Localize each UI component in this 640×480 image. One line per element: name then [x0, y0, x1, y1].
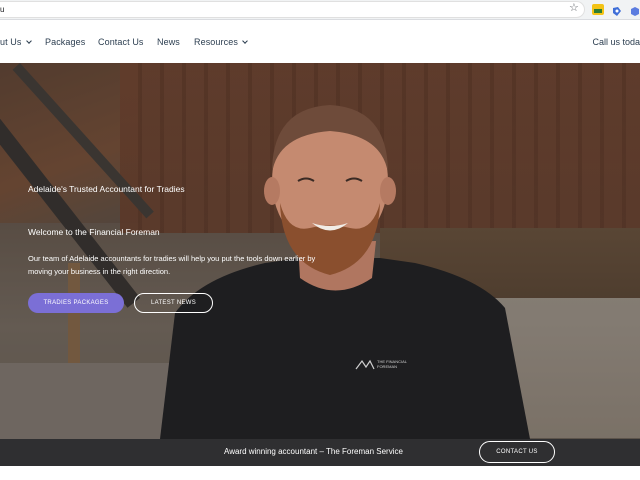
- nav-item-resources[interactable]: Resources: [194, 37, 248, 47]
- contact-us-button[interactable]: CONTACT US: [479, 441, 555, 463]
- shirt-logo-text: THE FINANCIAL FOREMAN: [377, 359, 407, 369]
- extension-icon[interactable]: [630, 4, 640, 16]
- address-bar[interactable]: u: [0, 1, 585, 18]
- nav-item-news[interactable]: News: [157, 37, 180, 47]
- nav-item-packages[interactable]: Packages: [45, 37, 85, 47]
- chevron-down-icon: [242, 38, 248, 44]
- browser-toolbar: u ☆: [0, 0, 640, 20]
- latest-news-button[interactable]: LATEST NEWS: [134, 293, 213, 313]
- site-nav: ut Us Packages Contact Us News Resources…: [0, 21, 640, 63]
- hero-title: Welcome to the Financial Foreman: [28, 227, 160, 237]
- nav-item-label: Resources: [194, 37, 238, 47]
- address-text: u: [0, 5, 5, 14]
- tradies-packages-button[interactable]: TRADIES PACKAGES: [28, 293, 124, 313]
- hero-person-photo: [160, 105, 530, 439]
- award-banner: Award winning accountant – The Foreman S…: [0, 439, 640, 466]
- hero-banner: THE FINANCIAL FOREMAN Adelaide's Trusted…: [0, 63, 640, 439]
- call-us-link[interactable]: Call us toda: [592, 37, 640, 47]
- star-icon[interactable]: ☆: [569, 2, 581, 14]
- extension-icon[interactable]: [612, 4, 622, 16]
- chevron-down-icon: [25, 38, 32, 44]
- nav-item-about-us[interactable]: ut Us: [0, 37, 32, 47]
- hero-description: Our team of Adelaide accountants for tra…: [28, 254, 316, 276]
- extension-icon[interactable]: [592, 4, 604, 15]
- nav-item-contact-us[interactable]: Contact Us: [98, 37, 144, 47]
- hero-subtitle: Adelaide's Trusted Accountant for Tradie…: [28, 184, 185, 194]
- nav-item-label: ut Us: [0, 37, 22, 47]
- award-text: Award winning accountant – The Foreman S…: [224, 447, 403, 456]
